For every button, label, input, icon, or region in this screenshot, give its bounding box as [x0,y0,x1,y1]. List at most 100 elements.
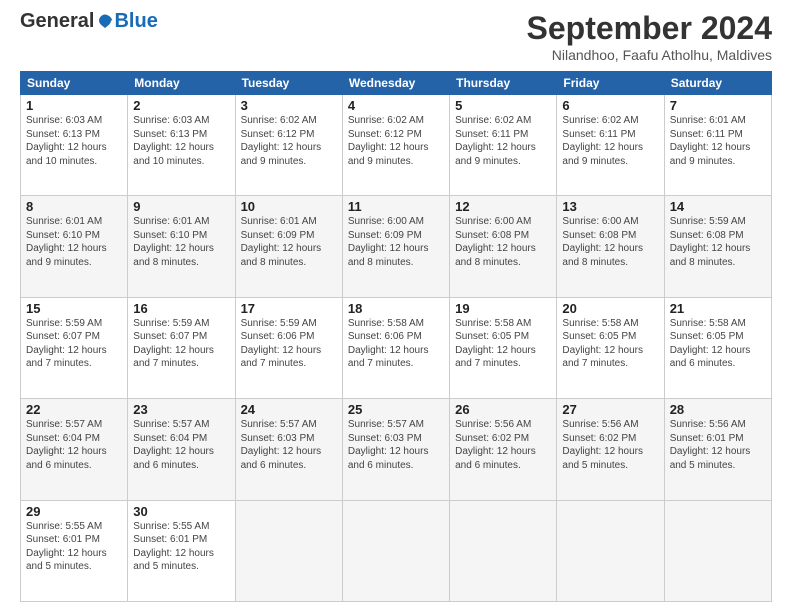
week-row-4: 22 Sunrise: 5:57 AM Sunset: 6:04 PM Dayl… [21,399,772,500]
day-cell: 9 Sunrise: 6:01 AM Sunset: 6:10 PM Dayli… [128,196,235,297]
sunset-label: Sunset: 6:03 PM [241,433,315,444]
day-number: 13 [562,199,658,214]
day-cell [235,500,342,601]
day-number: 25 [348,402,444,417]
day-cell: 14 Sunrise: 5:59 AM Sunset: 6:08 PM Dayl… [664,196,771,297]
day-number: 4 [348,98,444,113]
day-info: Sunrise: 5:58 AM Sunset: 6:05 PM Dayligh… [670,317,766,371]
daylight-label: Daylight: 12 hours and 6 minutes. [26,446,107,471]
day-cell: 25 Sunrise: 5:57 AM Sunset: 6:03 PM Dayl… [342,399,449,500]
daylight-label: Daylight: 12 hours and 9 minutes. [241,142,322,167]
sunrise-label: Sunrise: 6:01 AM [670,115,746,126]
day-info: Sunrise: 5:56 AM Sunset: 6:02 PM Dayligh… [562,418,658,472]
calendar-table: Sunday Monday Tuesday Wednesday Thursday… [20,71,772,602]
sunset-label: Sunset: 6:06 PM [348,331,422,342]
day-info: Sunrise: 6:03 AM Sunset: 6:13 PM Dayligh… [133,114,229,168]
day-cell: 7 Sunrise: 6:01 AM Sunset: 6:11 PM Dayli… [664,95,771,196]
daylight-label: Daylight: 12 hours and 7 minutes. [562,345,643,370]
daylight-label: Daylight: 12 hours and 8 minutes. [133,243,214,268]
logo-bird-icon [96,13,114,31]
daylight-label: Daylight: 12 hours and 10 minutes. [26,142,107,167]
sunrise-label: Sunrise: 5:58 AM [348,318,424,329]
day-info: Sunrise: 5:57 AM Sunset: 6:04 PM Dayligh… [133,418,229,472]
sunset-label: Sunset: 6:12 PM [241,129,315,140]
sunrise-label: Sunrise: 6:02 AM [562,115,638,126]
week-row-5: 29 Sunrise: 5:55 AM Sunset: 6:01 PM Dayl… [21,500,772,601]
day-number: 15 [26,301,122,316]
sunrise-label: Sunrise: 6:00 AM [562,216,638,227]
daylight-label: Daylight: 12 hours and 6 minutes. [455,446,536,471]
sunset-label: Sunset: 6:12 PM [348,129,422,140]
daylight-label: Daylight: 12 hours and 9 minutes. [455,142,536,167]
day-info: Sunrise: 6:01 AM Sunset: 6:10 PM Dayligh… [26,215,122,269]
header: General Blue September 2024 Nilandhoo, F… [20,10,772,63]
col-sunday: Sunday [21,72,128,95]
day-cell: 2 Sunrise: 6:03 AM Sunset: 6:13 PM Dayli… [128,95,235,196]
daylight-label: Daylight: 12 hours and 8 minutes. [348,243,429,268]
sunset-label: Sunset: 6:11 PM [562,129,635,140]
sunrise-label: Sunrise: 5:59 AM [26,318,102,329]
daylight-label: Daylight: 12 hours and 9 minutes. [562,142,643,167]
daylight-label: Daylight: 12 hours and 5 minutes. [562,446,643,471]
day-number: 9 [133,199,229,214]
sunset-label: Sunset: 6:01 PM [670,433,744,444]
sunset-label: Sunset: 6:01 PM [26,534,100,545]
day-info: Sunrise: 5:58 AM Sunset: 6:05 PM Dayligh… [562,317,658,371]
daylight-label: Daylight: 12 hours and 8 minutes. [241,243,322,268]
daylight-label: Daylight: 12 hours and 7 minutes. [241,345,322,370]
daylight-label: Daylight: 12 hours and 9 minutes. [26,243,107,268]
day-cell: 19 Sunrise: 5:58 AM Sunset: 6:05 PM Dayl… [450,297,557,398]
day-cell: 23 Sunrise: 5:57 AM Sunset: 6:04 PM Dayl… [128,399,235,500]
daylight-label: Daylight: 12 hours and 5 minutes. [670,446,751,471]
day-info: Sunrise: 6:03 AM Sunset: 6:13 PM Dayligh… [26,114,122,168]
logo: General Blue [20,10,158,33]
sunrise-label: Sunrise: 6:02 AM [455,115,531,126]
sunrise-label: Sunrise: 5:57 AM [133,419,209,430]
day-cell: 17 Sunrise: 5:59 AM Sunset: 6:06 PM Dayl… [235,297,342,398]
day-cell: 13 Sunrise: 6:00 AM Sunset: 6:08 PM Dayl… [557,196,664,297]
day-info: Sunrise: 5:56 AM Sunset: 6:02 PM Dayligh… [455,418,551,472]
day-number: 21 [670,301,766,316]
day-cell [557,500,664,601]
sunset-label: Sunset: 6:08 PM [670,230,744,241]
day-cell [664,500,771,601]
daylight-label: Daylight: 12 hours and 6 minutes. [670,345,751,370]
day-info: Sunrise: 5:59 AM Sunset: 6:07 PM Dayligh… [133,317,229,371]
daylight-label: Daylight: 12 hours and 8 minutes. [562,243,643,268]
day-cell: 24 Sunrise: 5:57 AM Sunset: 6:03 PM Dayl… [235,399,342,500]
sunrise-label: Sunrise: 5:55 AM [26,521,102,532]
sunset-label: Sunset: 6:10 PM [26,230,100,241]
sunrise-label: Sunrise: 6:02 AM [241,115,317,126]
sunrise-label: Sunrise: 6:01 AM [133,216,209,227]
day-number: 3 [241,98,337,113]
col-wednesday: Wednesday [342,72,449,95]
day-info: Sunrise: 6:02 AM Sunset: 6:12 PM Dayligh… [348,114,444,168]
sunrise-label: Sunrise: 5:57 AM [26,419,102,430]
col-thursday: Thursday [450,72,557,95]
day-info: Sunrise: 5:59 AM Sunset: 6:06 PM Dayligh… [241,317,337,371]
sunrise-label: Sunrise: 6:03 AM [133,115,209,126]
day-cell: 18 Sunrise: 5:58 AM Sunset: 6:06 PM Dayl… [342,297,449,398]
sunset-label: Sunset: 6:13 PM [133,129,207,140]
logo-general: General [20,10,94,33]
day-number: 19 [455,301,551,316]
day-number: 5 [455,98,551,113]
sunrise-label: Sunrise: 6:00 AM [348,216,424,227]
day-cell: 28 Sunrise: 5:56 AM Sunset: 6:01 PM Dayl… [664,399,771,500]
day-cell: 29 Sunrise: 5:55 AM Sunset: 6:01 PM Dayl… [21,500,128,601]
day-info: Sunrise: 5:59 AM Sunset: 6:08 PM Dayligh… [670,215,766,269]
sunset-label: Sunset: 6:11 PM [670,129,743,140]
day-cell: 1 Sunrise: 6:03 AM Sunset: 6:13 PM Dayli… [21,95,128,196]
day-number: 14 [670,199,766,214]
day-number: 23 [133,402,229,417]
day-number: 29 [26,504,122,519]
day-info: Sunrise: 5:57 AM Sunset: 6:04 PM Dayligh… [26,418,122,472]
day-info: Sunrise: 5:55 AM Sunset: 6:01 PM Dayligh… [26,520,122,574]
day-cell: 20 Sunrise: 5:58 AM Sunset: 6:05 PM Dayl… [557,297,664,398]
day-cell: 21 Sunrise: 5:58 AM Sunset: 6:05 PM Dayl… [664,297,771,398]
sunrise-label: Sunrise: 6:01 AM [26,216,102,227]
daylight-label: Daylight: 12 hours and 8 minutes. [455,243,536,268]
sunset-label: Sunset: 6:02 PM [562,433,636,444]
daylight-label: Daylight: 12 hours and 6 minutes. [133,446,214,471]
day-info: Sunrise: 5:55 AM Sunset: 6:01 PM Dayligh… [133,520,229,574]
